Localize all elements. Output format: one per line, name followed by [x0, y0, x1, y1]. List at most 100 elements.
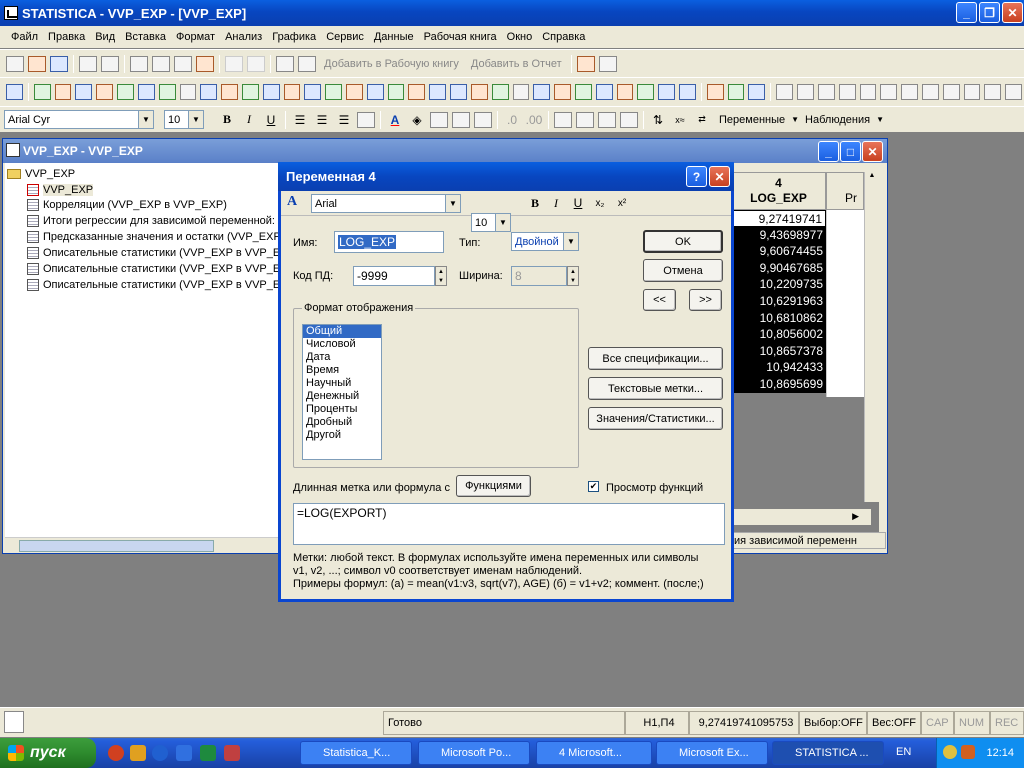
- font-color-icon[interactable]: A: [385, 111, 405, 129]
- graph-type-icon[interactable]: [921, 84, 939, 100]
- add-to-report-button[interactable]: Добавить в Отчет: [471, 58, 562, 70]
- font-size-combo[interactable]: 10 ▼: [164, 110, 204, 129]
- workbook-maximize-button[interactable]: □: [840, 141, 861, 162]
- graph-type-icon[interactable]: [776, 84, 794, 100]
- find-icon[interactable]: [276, 55, 294, 72]
- tree-item-regression[interactable]: Итоги регрессии для зависимой переменной…: [27, 213, 275, 228]
- menu-tools[interactable]: Сервис: [321, 31, 369, 43]
- subscript-icon[interactable]: x₂: [590, 194, 610, 212]
- graph-type-icon[interactable]: [797, 84, 814, 100]
- graph-type-icon[interactable]: [491, 84, 509, 100]
- menu-graphics[interactable]: Графика: [267, 31, 321, 43]
- graph-type-icon[interactable]: [727, 84, 745, 100]
- graph-type-icon[interactable]: [304, 84, 322, 100]
- desktop-icon[interactable]: [176, 745, 192, 761]
- format-item-number[interactable]: Числовой: [303, 338, 381, 351]
- tree-item-descriptive-1[interactable]: Описательные статистики (VVP_EXP в VVP_E…: [27, 245, 288, 260]
- tree-item-predicted[interactable]: Предсказанные значения и остатки (VVP_EX…: [27, 229, 281, 244]
- graph-type-icon[interactable]: [54, 84, 72, 100]
- format-item-currency[interactable]: Денежный: [303, 390, 381, 403]
- tree-hscrollbar[interactable]: [5, 537, 283, 553]
- cut-icon[interactable]: [130, 55, 148, 72]
- print-icon[interactable]: [79, 55, 97, 72]
- cancel-button[interactable]: Отмена: [643, 259, 723, 282]
- name-input[interactable]: LOG_EXP: [334, 231, 444, 253]
- tree-item-spreadsheet[interactable]: VVP_EXP: [27, 182, 94, 197]
- dialog-font-combo[interactable]: Arial ▼: [311, 194, 461, 213]
- underline-icon[interactable]: U: [568, 194, 588, 212]
- menu-insert[interactable]: Вставка: [120, 31, 171, 43]
- width-spinner[interactable]: ▲ ▼: [567, 266, 579, 286]
- sort-icon[interactable]: ⇅: [648, 111, 668, 129]
- redo-icon[interactable]: [247, 55, 265, 72]
- preview-checkbox[interactable]: ✔: [588, 481, 599, 492]
- graph-type-icon[interactable]: [817, 84, 835, 100]
- text-labels-button[interactable]: Текстовые метки...: [588, 377, 723, 400]
- workbook-icon[interactable]: [576, 111, 594, 128]
- graph-type-icon[interactable]: [942, 84, 960, 100]
- ie-icon[interactable]: [152, 745, 168, 761]
- table-cell[interactable]: 9,27419741: [731, 210, 826, 227]
- graph-type-icon[interactable]: [1005, 84, 1022, 100]
- add-to-workbook-button[interactable]: Добавить в Рабочую книгу: [324, 58, 459, 70]
- workbook-minimize-button[interactable]: _: [818, 141, 839, 162]
- menu-format[interactable]: Формат: [171, 31, 220, 43]
- functions-button[interactable]: Функциями: [456, 475, 531, 497]
- graph-type-icon[interactable]: [179, 84, 197, 100]
- graph-type-icon[interactable]: [158, 84, 176, 100]
- graph-type-icon[interactable]: [429, 84, 447, 100]
- powerpoint-icon[interactable]: [224, 745, 240, 761]
- chevron-down-icon[interactable]: ▼: [188, 111, 203, 128]
- next-column-cells[interactable]: [826, 210, 864, 397]
- format-item-date[interactable]: Дата: [303, 351, 381, 364]
- graph-type-icon[interactable]: [470, 84, 488, 100]
- graph-type-icon[interactable]: [283, 84, 301, 100]
- formula-textarea[interactable]: =LOG(EXPORT): [293, 503, 725, 545]
- type-combo[interactable]: Двойной ▼: [511, 232, 579, 251]
- graph-type-icon[interactable]: [137, 84, 155, 100]
- open-icon[interactable]: [28, 55, 46, 72]
- superscript-icon[interactable]: x²: [612, 194, 632, 212]
- graph-type-icon[interactable]: [533, 84, 551, 100]
- graph-type-icon[interactable]: [6, 84, 23, 100]
- table-cell[interactable]: 10,8657378: [731, 342, 826, 360]
- restore-button[interactable]: ❐: [979, 2, 1000, 23]
- width-input[interactable]: 8: [511, 266, 567, 286]
- undo-icon[interactable]: [225, 55, 243, 72]
- column-header-next[interactable]: Pr: [826, 172, 864, 210]
- format-item-general[interactable]: Общий: [303, 325, 381, 338]
- bold-icon[interactable]: B: [217, 111, 237, 129]
- values-stats-button[interactable]: Значения/Статистики...: [588, 407, 723, 430]
- case-icon[interactable]: [598, 111, 616, 128]
- task-statistica-folder[interactable]: Statistica_K...: [300, 741, 412, 765]
- table-cell[interactable]: 10,942433: [731, 359, 826, 376]
- menu-data[interactable]: Данные: [369, 31, 419, 43]
- dialog-close-button[interactable]: ✕: [709, 166, 730, 187]
- graph-type-icon[interactable]: [117, 84, 134, 100]
- grid-icon[interactable]: [474, 111, 492, 128]
- graph-type-icon[interactable]: [838, 84, 856, 100]
- format-painter-icon[interactable]: [196, 55, 214, 72]
- chevron-down-icon[interactable]: ▼: [138, 111, 153, 128]
- chevron-down-icon[interactable]: ▼: [445, 195, 460, 212]
- table-cell[interactable]: 10,6291963: [731, 293, 826, 310]
- table-cell[interactable]: 10,6810862: [731, 309, 826, 327]
- workbook-tab[interactable]: ия зависимой переменн: [731, 532, 886, 549]
- fill-color-icon[interactable]: ◈: [407, 111, 427, 129]
- cases-menu[interactable]: Наблюдения: [805, 114, 870, 126]
- graph-type-icon[interactable]: [616, 84, 634, 100]
- variable-specs-icon[interactable]: [554, 111, 572, 128]
- dialog-size-combo[interactable]: 10 ▼: [471, 213, 511, 232]
- menu-edit[interactable]: Правка: [43, 31, 90, 43]
- merge-icon[interactable]: [357, 111, 375, 128]
- help-pointer-icon[interactable]: [598, 55, 617, 72]
- tray-icon[interactable]: [943, 745, 957, 759]
- graph-type-icon[interactable]: [325, 84, 342, 100]
- start-button[interactable]: пуск: [0, 738, 96, 768]
- border-icon[interactable]: [430, 111, 448, 128]
- format-list[interactable]: Общий Числовой Дата Время Научный Денежн…: [302, 324, 382, 460]
- graph-type-icon[interactable]: [366, 84, 384, 100]
- graph-type-icon[interactable]: [96, 84, 114, 100]
- table-cell[interactable]: 10,8056002: [731, 326, 826, 343]
- underline-icon[interactable]: U: [261, 111, 281, 129]
